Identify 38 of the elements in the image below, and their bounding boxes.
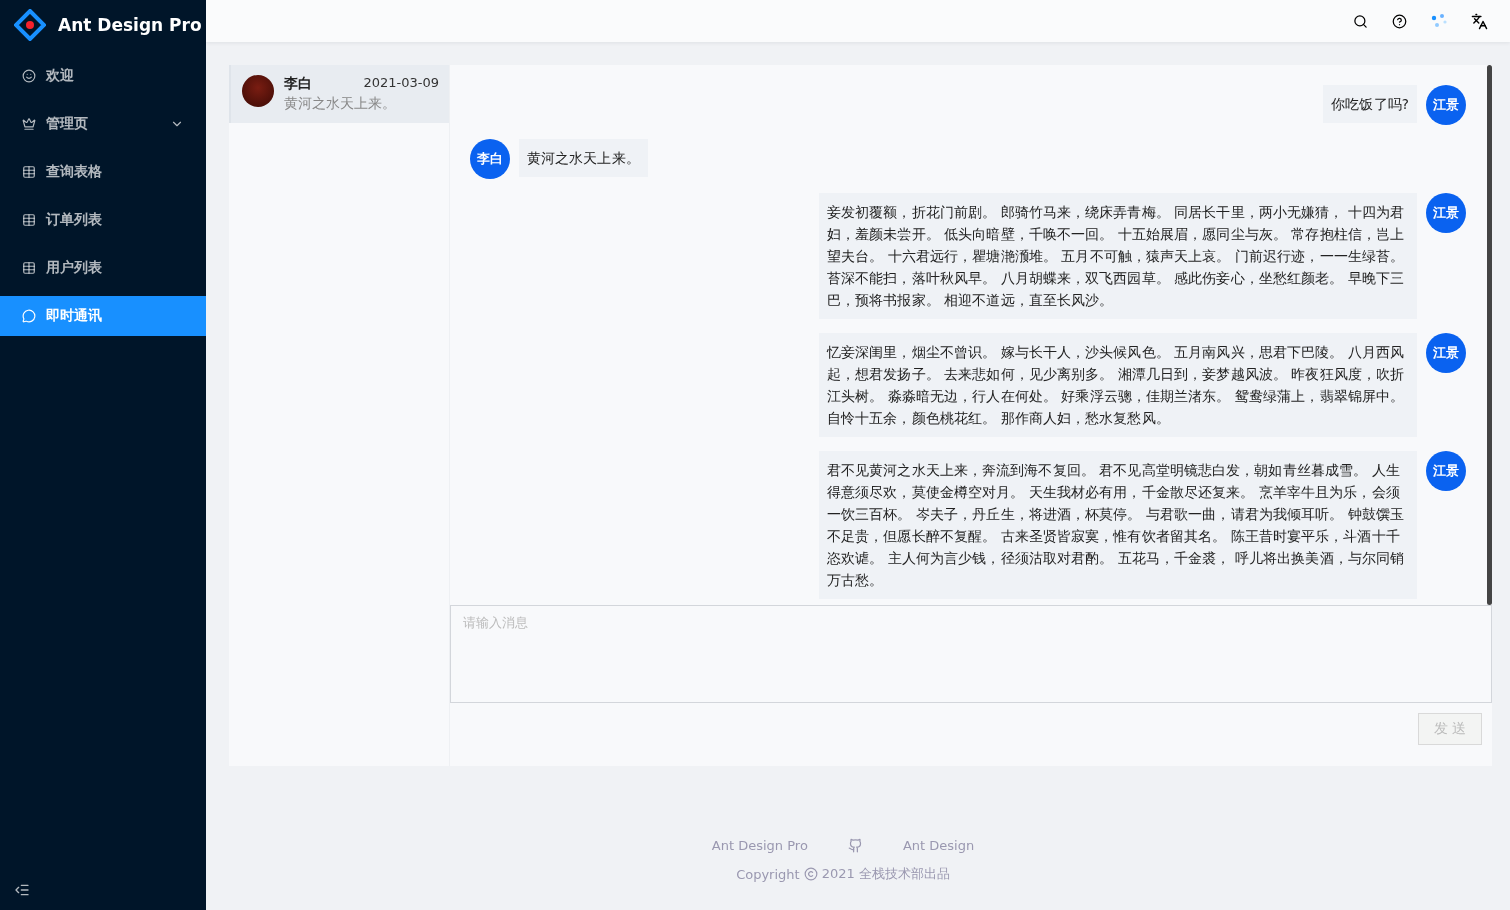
language-icon[interactable] bbox=[1471, 12, 1488, 30]
contact-name: 李白 bbox=[284, 75, 312, 93]
avatar: 江景 bbox=[1426, 451, 1466, 491]
avatar: 江景 bbox=[1426, 193, 1466, 233]
search-icon[interactable] bbox=[1353, 13, 1368, 29]
avatar: 江景 bbox=[1426, 333, 1466, 373]
menu-item[interactable]: 订单列表 bbox=[0, 200, 206, 240]
copyright-icon bbox=[803, 867, 818, 881]
table-icon bbox=[22, 261, 36, 275]
app-title: Ant Design Pro bbox=[58, 15, 202, 35]
scrollbar[interactable] bbox=[1487, 65, 1492, 605]
dots-icon[interactable] bbox=[1431, 13, 1447, 29]
contact-preview: 黄河之水天上来。 bbox=[284, 95, 397, 113]
logo-icon bbox=[14, 9, 46, 41]
avatar bbox=[242, 75, 274, 107]
menu-item[interactable]: 用户列表 bbox=[0, 248, 206, 288]
menu-item[interactable]: 欢迎 bbox=[0, 56, 206, 96]
message-bubble: 你吃饭了吗? bbox=[1323, 85, 1417, 123]
chat-icon bbox=[22, 309, 36, 323]
collapse-icon[interactable] bbox=[14, 882, 30, 898]
avatar: 李白 bbox=[470, 139, 510, 179]
message-bubble: 黄河之水天上来。 bbox=[519, 139, 648, 177]
message-bubble: 妾发初覆额，折花门前剧。 郎骑竹马来，绕床弄青梅。 同居长干里，两小无嫌猜， 十四为君妇，羞颜未尝开。 低头向暗壁，千唤不一回。 十五始展眉，愿同尘与灰。 常存抱柱信，岂上望夫台。 十六君远行，瞿塘滟滪堆。 五月不可触，猿声天上哀。 门前迟行迹，一一生绿苔。苔深不能扫，落叶秋风早。 八月胡蝶来，双飞西园草。 感此伤妾心，坐愁红颜老。 早晚下三巴，预将书报家。 相迎不道远，直至长风沙。 bbox=[819, 193, 1417, 319]
contact-date: 2021-03-09 bbox=[363, 75, 439, 92]
avatar: 江景 bbox=[1426, 85, 1466, 125]
menu-item[interactable]: 管理页 bbox=[0, 104, 206, 144]
table-icon bbox=[22, 213, 36, 227]
menu-item[interactable]: 查询表格 bbox=[0, 152, 206, 192]
message-bubble: 忆妾深闺里，烟尘不曾识。 嫁与长干人，沙头候风色。 五月南风兴，思君下巴陵。 八月西风起，想君发扬子。 去来悲如何，见少离别多。 湘潭几日到，妾梦越风波。 昨夜狂风度，吹折江头树。 淼淼暗无边，行人在何处。 好乘浮云骢，佳期兰渚东。 鸳鸯绿蒲上，翡翠锦屏中。自怜十五余，颜色桃花红。 那作商人妇，愁水复愁风。 bbox=[819, 333, 1417, 437]
table-icon bbox=[22, 165, 36, 179]
smile-icon bbox=[22, 69, 36, 83]
help-icon[interactable] bbox=[1392, 13, 1407, 29]
copyright-label: Copyright bbox=[736, 866, 800, 882]
contact-item[interactable]: 李白 2021-03-09 黄河之水天上来。 bbox=[229, 65, 449, 123]
message-bubble: 君不见黄河之水天上来，奔流到海不复回。 君不见高堂明镜悲白发，朝如青丝暮成雪。 人生得意须尽欢，莫使金樽空对月。 天生我材必有用，千金散尽还复来。 烹羊宰牛且为乐，会须一饮三百杯。 岑夫子，丹丘生，将进酒，杯莫停。 与君歌一曲，请君为我倾耳听。 钟鼓馔玉不足贵，但愿长醉不复醒。 古来圣贤皆寂寞，惟有饮者留其名。 陈王昔时宴平乐，斗酒十千恣欢谑。 主人何为言少钱，径须沽取对君酌。 五花马，千金裘， 呼儿将出换美酒，与尔同销万古愁。 bbox=[819, 451, 1417, 599]
copyright-text: 2021 全栈技术部出品 bbox=[821, 865, 950, 883]
crown-icon bbox=[22, 117, 36, 131]
message-input[interactable]: 请输入消息 bbox=[450, 605, 1492, 703]
